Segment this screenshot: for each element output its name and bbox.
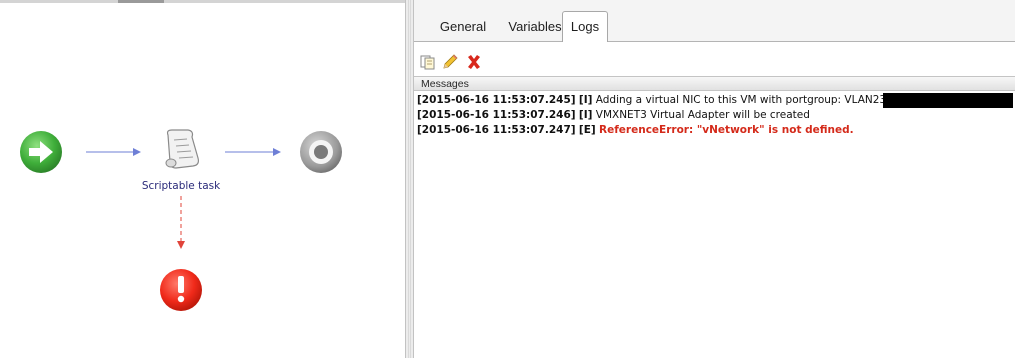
task-label: Scriptable task [142,180,221,192]
logs-panel: Messages [2015-06-16 11:53:07.245] [I] A… [414,42,1015,358]
tab-logs[interactable]: Logs [562,11,608,42]
pencil-icon[interactable] [441,53,459,71]
log-row[interactable]: [2015-06-16 11:53:07.245] [I] Adding a v… [414,93,1015,108]
messages-table: Messages [2015-06-16 11:53:07.245] [I] A… [414,76,1015,358]
log-level: [I] [578,109,593,121]
delete-x-icon[interactable] [465,53,483,71]
copy-icon[interactable] [419,53,437,71]
log-row-error[interactable]: [2015-06-16 11:53:07.247] [E] ReferenceE… [414,123,1015,138]
redaction-block [883,93,1013,108]
properties-pane: General Variables Logs Messages [2015-06… [414,0,1015,358]
tab-bar: General Variables Logs [414,7,1015,42]
start-arrow-icon[interactable] [20,131,62,173]
messages-column-header[interactable]: Messages [414,76,1015,91]
log-level: [E] [578,124,596,136]
log-row[interactable]: [2015-06-16 11:53:07.246] [I] VMXNET3 Vi… [414,108,1015,123]
scroll-icon[interactable] [165,129,200,169]
messages-header-label: Messages [421,78,469,90]
messages-list: [2015-06-16 11:53:07.245] [I] Adding a v… [414,93,1015,138]
log-timestamp: [2015-06-16 11:53:07.246] [417,109,576,121]
log-timestamp: [2015-06-16 11:53:07.245] [417,94,576,106]
pane-splitter[interactable] [405,0,414,358]
log-message: ReferenceError: "vNetwork" is not define… [599,124,854,136]
workflow-schema-canvas[interactable]: Scriptable task [0,0,405,358]
log-timestamp: [2015-06-16 11:53:07.247] [417,124,576,136]
exception-icon[interactable] [160,269,202,311]
tab-general[interactable]: General [424,12,502,41]
splitter-grip [408,0,411,358]
log-message: Adding a virtual NIC to this VM with por… [595,94,887,106]
log-level: [I] [578,94,593,106]
log-message: VMXNET3 Virtual Adapter will be created [595,109,810,121]
end-target-icon[interactable] [300,131,342,173]
